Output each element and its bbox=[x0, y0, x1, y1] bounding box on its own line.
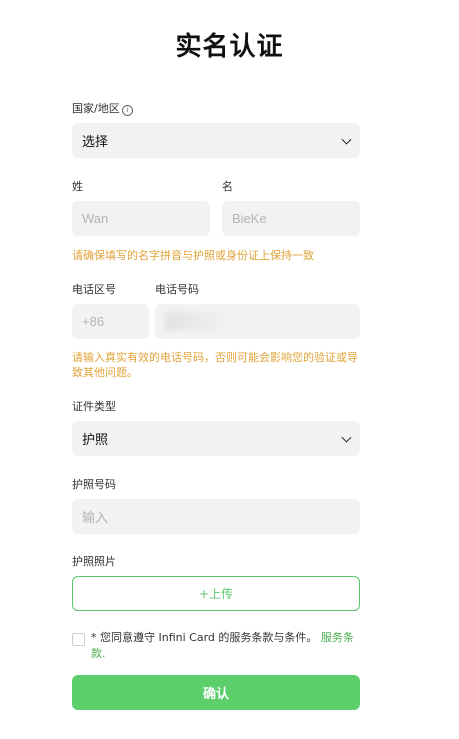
first-name-input[interactable]: BieKe bbox=[222, 201, 360, 236]
country-label-row: 国家/地区 i bbox=[72, 100, 133, 116]
phone-hint: 请输入真实有效的电话号码，否则可能会影响您的验证或导致其他问题。 bbox=[72, 351, 358, 379]
chevron-down-icon bbox=[341, 134, 352, 145]
terms-text: * 您同意遵守 Infini Card 的服务条款与条件。 服务条款. bbox=[91, 630, 363, 662]
upload-button[interactable]: +上传 bbox=[72, 576, 360, 611]
redacted-phone-number bbox=[165, 312, 235, 330]
document-type-value: 护照 bbox=[82, 433, 109, 448]
terms-statement: * 您同意遵守 Infini Card 的服务条款与条件。 bbox=[91, 631, 318, 644]
page-title: 实名认证 bbox=[175, 32, 284, 62]
phone-number-input[interactable] bbox=[155, 304, 360, 339]
chevron-down-icon bbox=[341, 432, 352, 443]
country-label: 国家/地区 bbox=[72, 102, 120, 115]
last-name-placeholder: Wan bbox=[82, 211, 109, 226]
verification-page: 实名认证 国家/地区 i 选择 姓 名 Wan BieKe 请确保填写的名字拼音与… bbox=[0, 0, 459, 739]
terms-checkbox[interactable] bbox=[72, 633, 85, 646]
upload-button-label: +上传 bbox=[198, 587, 234, 601]
last-name-input[interactable]: Wan bbox=[72, 201, 210, 236]
phone-number-label: 电话号码 bbox=[155, 283, 199, 296]
passport-number-placeholder: 输入 bbox=[82, 510, 109, 525]
last-name-label: 姓 bbox=[72, 180, 83, 193]
document-type-select[interactable]: 护照 bbox=[72, 421, 360, 456]
phone-code-input[interactable]: +86 bbox=[72, 304, 149, 339]
passport-number-label: 护照号码 bbox=[72, 478, 116, 491]
name-hint: 请确保填写的名字拼音与护照或身份证上保持一致 bbox=[72, 249, 314, 262]
phone-code-placeholder: +86 bbox=[82, 314, 105, 329]
confirm-button[interactable]: 确认 bbox=[72, 675, 360, 710]
first-name-label: 名 bbox=[222, 180, 233, 193]
document-type-label: 证件类型 bbox=[72, 400, 116, 413]
info-icon[interactable]: i bbox=[121, 105, 133, 116]
passport-photo-label: 护照照片 bbox=[72, 555, 116, 568]
confirm-button-label: 确认 bbox=[202, 687, 229, 702]
passport-number-input[interactable]: 输入 bbox=[72, 499, 360, 534]
country-select-value: 选择 bbox=[82, 135, 109, 150]
first-name-placeholder: BieKe bbox=[232, 211, 267, 226]
phone-code-label: 电话区号 bbox=[72, 283, 116, 296]
country-select[interactable]: 选择 bbox=[72, 123, 360, 158]
